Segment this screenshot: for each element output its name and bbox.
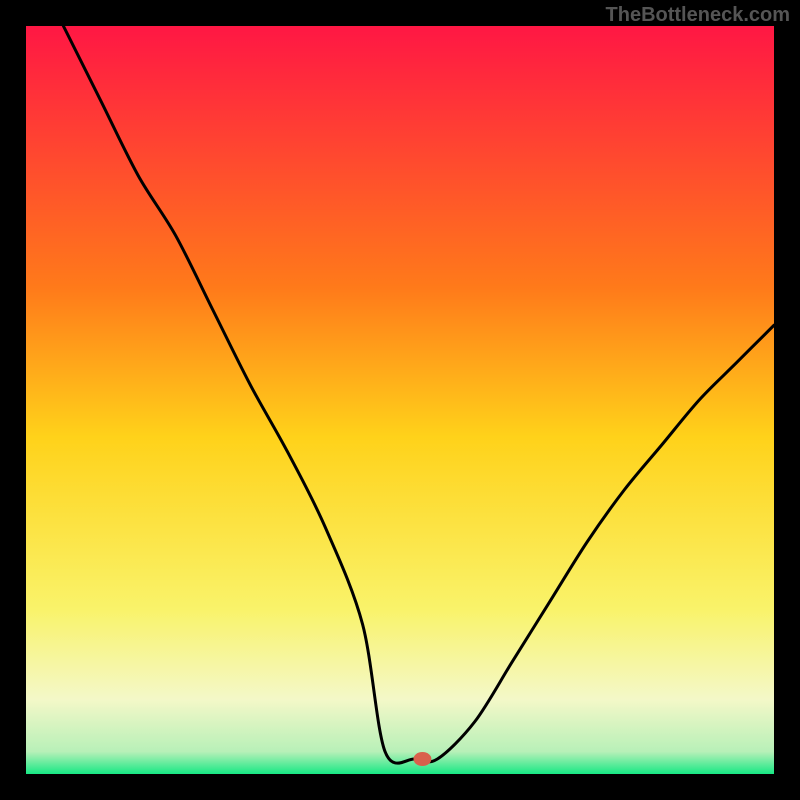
bottleneck-chart [26, 26, 774, 774]
marker-point [413, 752, 431, 766]
chart-background [26, 26, 774, 774]
chart-container [26, 26, 774, 774]
watermark-text: TheBottleneck.com [606, 4, 790, 27]
